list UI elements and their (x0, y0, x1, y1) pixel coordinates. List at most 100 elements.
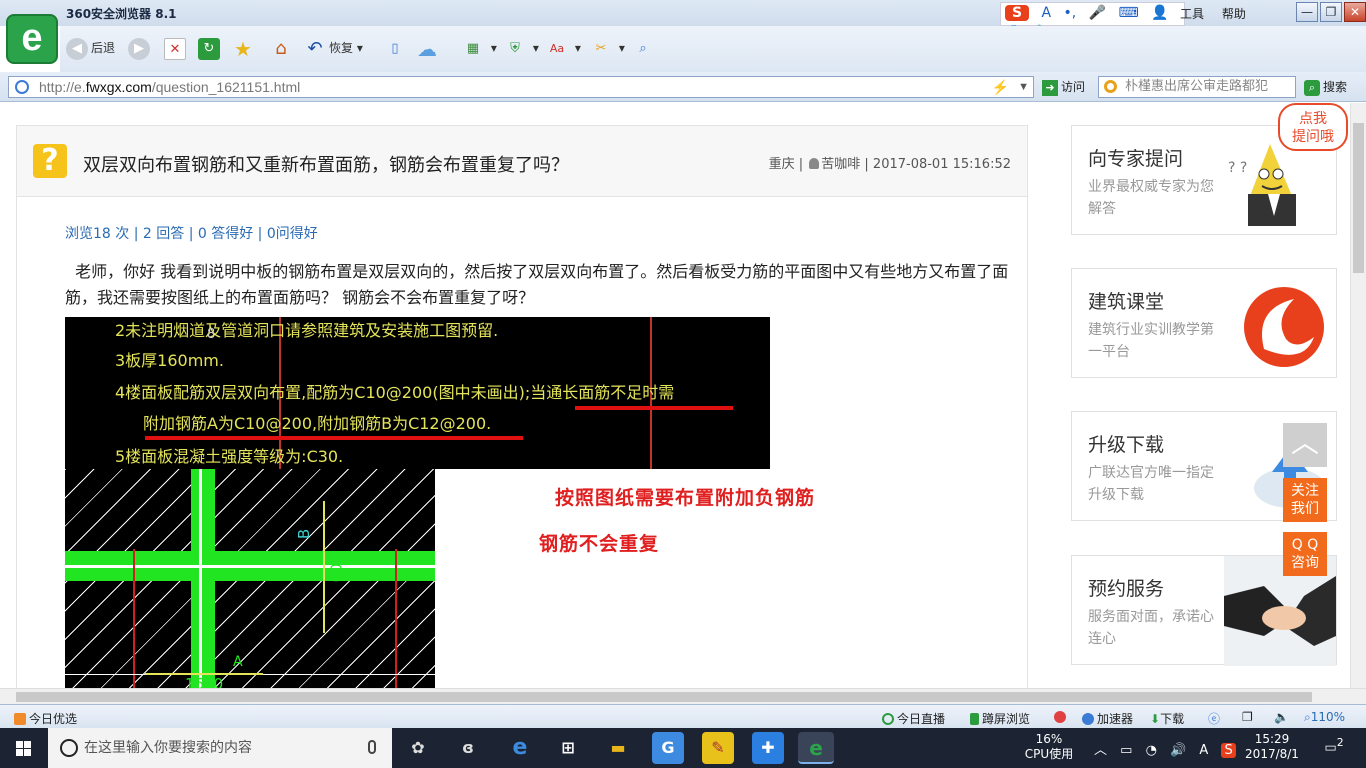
address-bar-row: http://e.fwxgx.com/question_1621151.html… (0, 72, 1366, 102)
file-explorer-icon[interactable]: ▬ (602, 732, 634, 764)
home-button[interactable]: ⌂ (270, 36, 295, 60)
downloads[interactable]: ⬇下载 (1150, 710, 1184, 727)
volume-icon[interactable]: 🔊 (1170, 743, 1186, 758)
web-page: ? 双层双向布置钢筋和又重新布置面筋，钢筋会布置重复了吗？ 重庆 | 苦咖啡 |… (0, 103, 1350, 688)
first-aid[interactable] (1054, 710, 1069, 724)
note-line-3: 3板厚160mm. (115, 351, 224, 370)
back-button[interactable]: ◀ 后退 (66, 36, 115, 60)
window-title: 360安全浏览器 8.1 (66, 7, 177, 21)
search-button[interactable]: ⌕ 搜索 (1304, 78, 1347, 96)
svg-text:? ?: ? ? (1228, 160, 1247, 176)
horizontal-scroll-thumb[interactable] (16, 692, 1312, 702)
label-b: B (295, 528, 314, 540)
menu-tools[interactable]: 工具 (1180, 7, 1204, 21)
stop-button[interactable]: ✕ (164, 36, 189, 60)
wifi-icon[interactable]: ◔ (1146, 743, 1157, 758)
address-input[interactable]: http://e.fwxgx.com/question_1621151.html… (8, 76, 1034, 98)
note-line-4b: 附加钢筋A为C10@200,附加钢筋B为C12@200. (143, 414, 492, 433)
screenshot-button[interactable]: ✂ ▾ (590, 36, 625, 60)
question-body: 浏览18 次 | 2 回答 | 0 答得好 | 0问得好 老师，你好 我看到说明… (16, 197, 1028, 688)
chevron-up-icon[interactable]: ︿ (1094, 743, 1107, 758)
ime-keyboard-icon[interactable]: ⌨ (1119, 5, 1139, 21)
label-a: A (233, 654, 243, 670)
qq-consult-button[interactable]: Q Q 咨询 (1283, 532, 1327, 576)
sidebar-card-course[interactable]: 建筑课堂 建筑行业实训教学第一平台 (1071, 268, 1337, 378)
squat-browse[interactable]: 蹲屏浏览 (970, 710, 1030, 727)
task-view-icon[interactable]: ✿ (402, 732, 434, 764)
forward-button[interactable]: ▶ (128, 36, 153, 60)
screenshot-icon: ✂ (595, 40, 607, 56)
close-button[interactable]: ✕ (1344, 2, 1366, 22)
vertical-scroll-thumb[interactable] (1353, 123, 1364, 273)
vertical-scrollbar[interactable] (1350, 103, 1366, 688)
question-meta: 重庆 | 苦咖啡 | 2017-08-01 15:16:52 (768, 157, 1011, 172)
360-browser-taskbar-icon[interactable]: e (798, 732, 834, 764)
security-button[interactable]: ⛨ ▾ (504, 36, 539, 60)
battery-icon[interactable]: ▭ (1120, 743, 1132, 758)
sogou-ime-icon[interactable]: S (1005, 5, 1029, 21)
today-picks[interactable]: 今日优选 (14, 710, 77, 727)
accelerator[interactable]: 加速器 (1082, 710, 1133, 727)
mobile-button[interactable]: ▯ (384, 36, 409, 60)
menu-bar: 工具 帮助 (1180, 5, 1260, 22)
store-icon[interactable]: ⊞ (552, 732, 584, 764)
ime-toolbar[interactable]: S A •, 🎤 ⌨ 👤 👕 🔧 (1000, 2, 1185, 41)
volume[interactable]: 🔈 (1274, 710, 1289, 724)
refresh-icon: ↻ (198, 37, 220, 60)
cloud-button[interactable]: ☁ (416, 36, 441, 60)
window-mode[interactable]: ❐ (1242, 710, 1253, 724)
globe-icon (15, 80, 29, 94)
taskbar-search-input[interactable]: 在这里输入你要搜索的内容 (48, 728, 392, 768)
back-to-top-button[interactable]: ︿ (1283, 423, 1327, 467)
search-input[interactable]: 朴槿惠出席公审走路都犯 (1098, 76, 1296, 98)
follow-us-button[interactable]: 关注 我们 (1283, 478, 1327, 522)
glodon-logo-icon (1244, 287, 1324, 367)
ime-punct-icon[interactable]: •, (1063, 5, 1076, 21)
question-content: 老师，你好 我看到说明中板的钢筋布置是双层双向的，然后按了双层双向布置了。然后看… (65, 262, 1009, 307)
glodon-app-icon[interactable]: ɞ (452, 732, 484, 764)
menu-help[interactable]: 帮助 (1222, 7, 1246, 21)
start-button[interactable] (0, 728, 48, 768)
favorites-button[interactable]: ★ (232, 36, 257, 60)
question-user[interactable]: 苦咖啡 (821, 157, 860, 172)
ie-mode[interactable]: ⓔ (1208, 710, 1220, 727)
horizontal-scrollbar[interactable] (0, 688, 1366, 704)
minimize-button[interactable]: — (1296, 2, 1318, 22)
phone-icon: ▯ (391, 40, 399, 56)
dim-800: 800 (326, 553, 345, 583)
360-browser-logo-icon: e (6, 14, 58, 64)
visit-button[interactable]: ➜ 访问 (1042, 78, 1085, 96)
ime-mode-icon[interactable]: A (1199, 743, 1208, 758)
cpu-meter[interactable]: 16% CPU使用 (1024, 732, 1074, 762)
sogou-tray-icon[interactable]: S (1221, 743, 1236, 758)
ime-mic-icon[interactable]: 🎤 (1089, 5, 1106, 21)
zoom-button[interactable]: ⌕ (632, 36, 657, 60)
zoom-level[interactable]: ⌕110% (1304, 710, 1345, 725)
apps-button[interactable]: ▦ ▾ (462, 36, 497, 60)
drawing-notes-image[interactable]: 2未注明烟道及管道洞口请参照建筑及安装施工图预留. 3板厚160mm. 4楼面板… (65, 317, 770, 469)
today-live[interactable]: 今日直播 (882, 710, 945, 727)
edge-icon[interactable]: e (504, 732, 536, 764)
text-size-icon: Aa (549, 41, 565, 55)
restore-button[interactable]: ↶ 恢复 ▾ (304, 36, 362, 60)
notification-center[interactable]: ▭2 (1322, 736, 1346, 758)
ask-tip-bubble[interactable]: 点我 提问哦 (1278, 103, 1348, 151)
underline-mark-2 (145, 436, 523, 440)
browser-toolbar: ◀ 后退 ▶ ✕ ↻ ★ ⌂ ↶ 恢复 ▾ ▯ ☁ ▦ ▾ ⛨ ▾ Aa ▾ ✂ ▾… (60, 26, 1366, 72)
magnifier-icon: ⌕ (639, 40, 647, 56)
translate-button[interactable]: Aa ▾ (546, 36, 581, 60)
rebar-plan-image[interactable]: B 800 A 1600 (65, 469, 435, 688)
ime-user-icon[interactable]: 👤 (1151, 5, 1168, 21)
notes-app-icon[interactable]: ✎ (702, 732, 734, 764)
windows-logo-icon (16, 741, 31, 756)
plus-app-icon[interactable]: ✚ (752, 732, 784, 764)
refresh-button[interactable]: ↻ (198, 36, 223, 60)
microphone-icon[interactable] (368, 740, 376, 754)
speedup-icon[interactable]: ⚡ (992, 77, 1009, 97)
taskbar-clock[interactable]: 15:29 2017/8/1 (1242, 732, 1302, 762)
maximize-button[interactable]: ❐ (1320, 2, 1342, 22)
ime-mode-icon[interactable]: A (1041, 5, 1051, 21)
note-line-5: 5楼面板混凝土强度等级为:C30. (115, 447, 344, 466)
glodon-g-icon[interactable]: G (652, 732, 684, 764)
address-dropdown-icon[interactable]: ▼ (1018, 77, 1029, 97)
